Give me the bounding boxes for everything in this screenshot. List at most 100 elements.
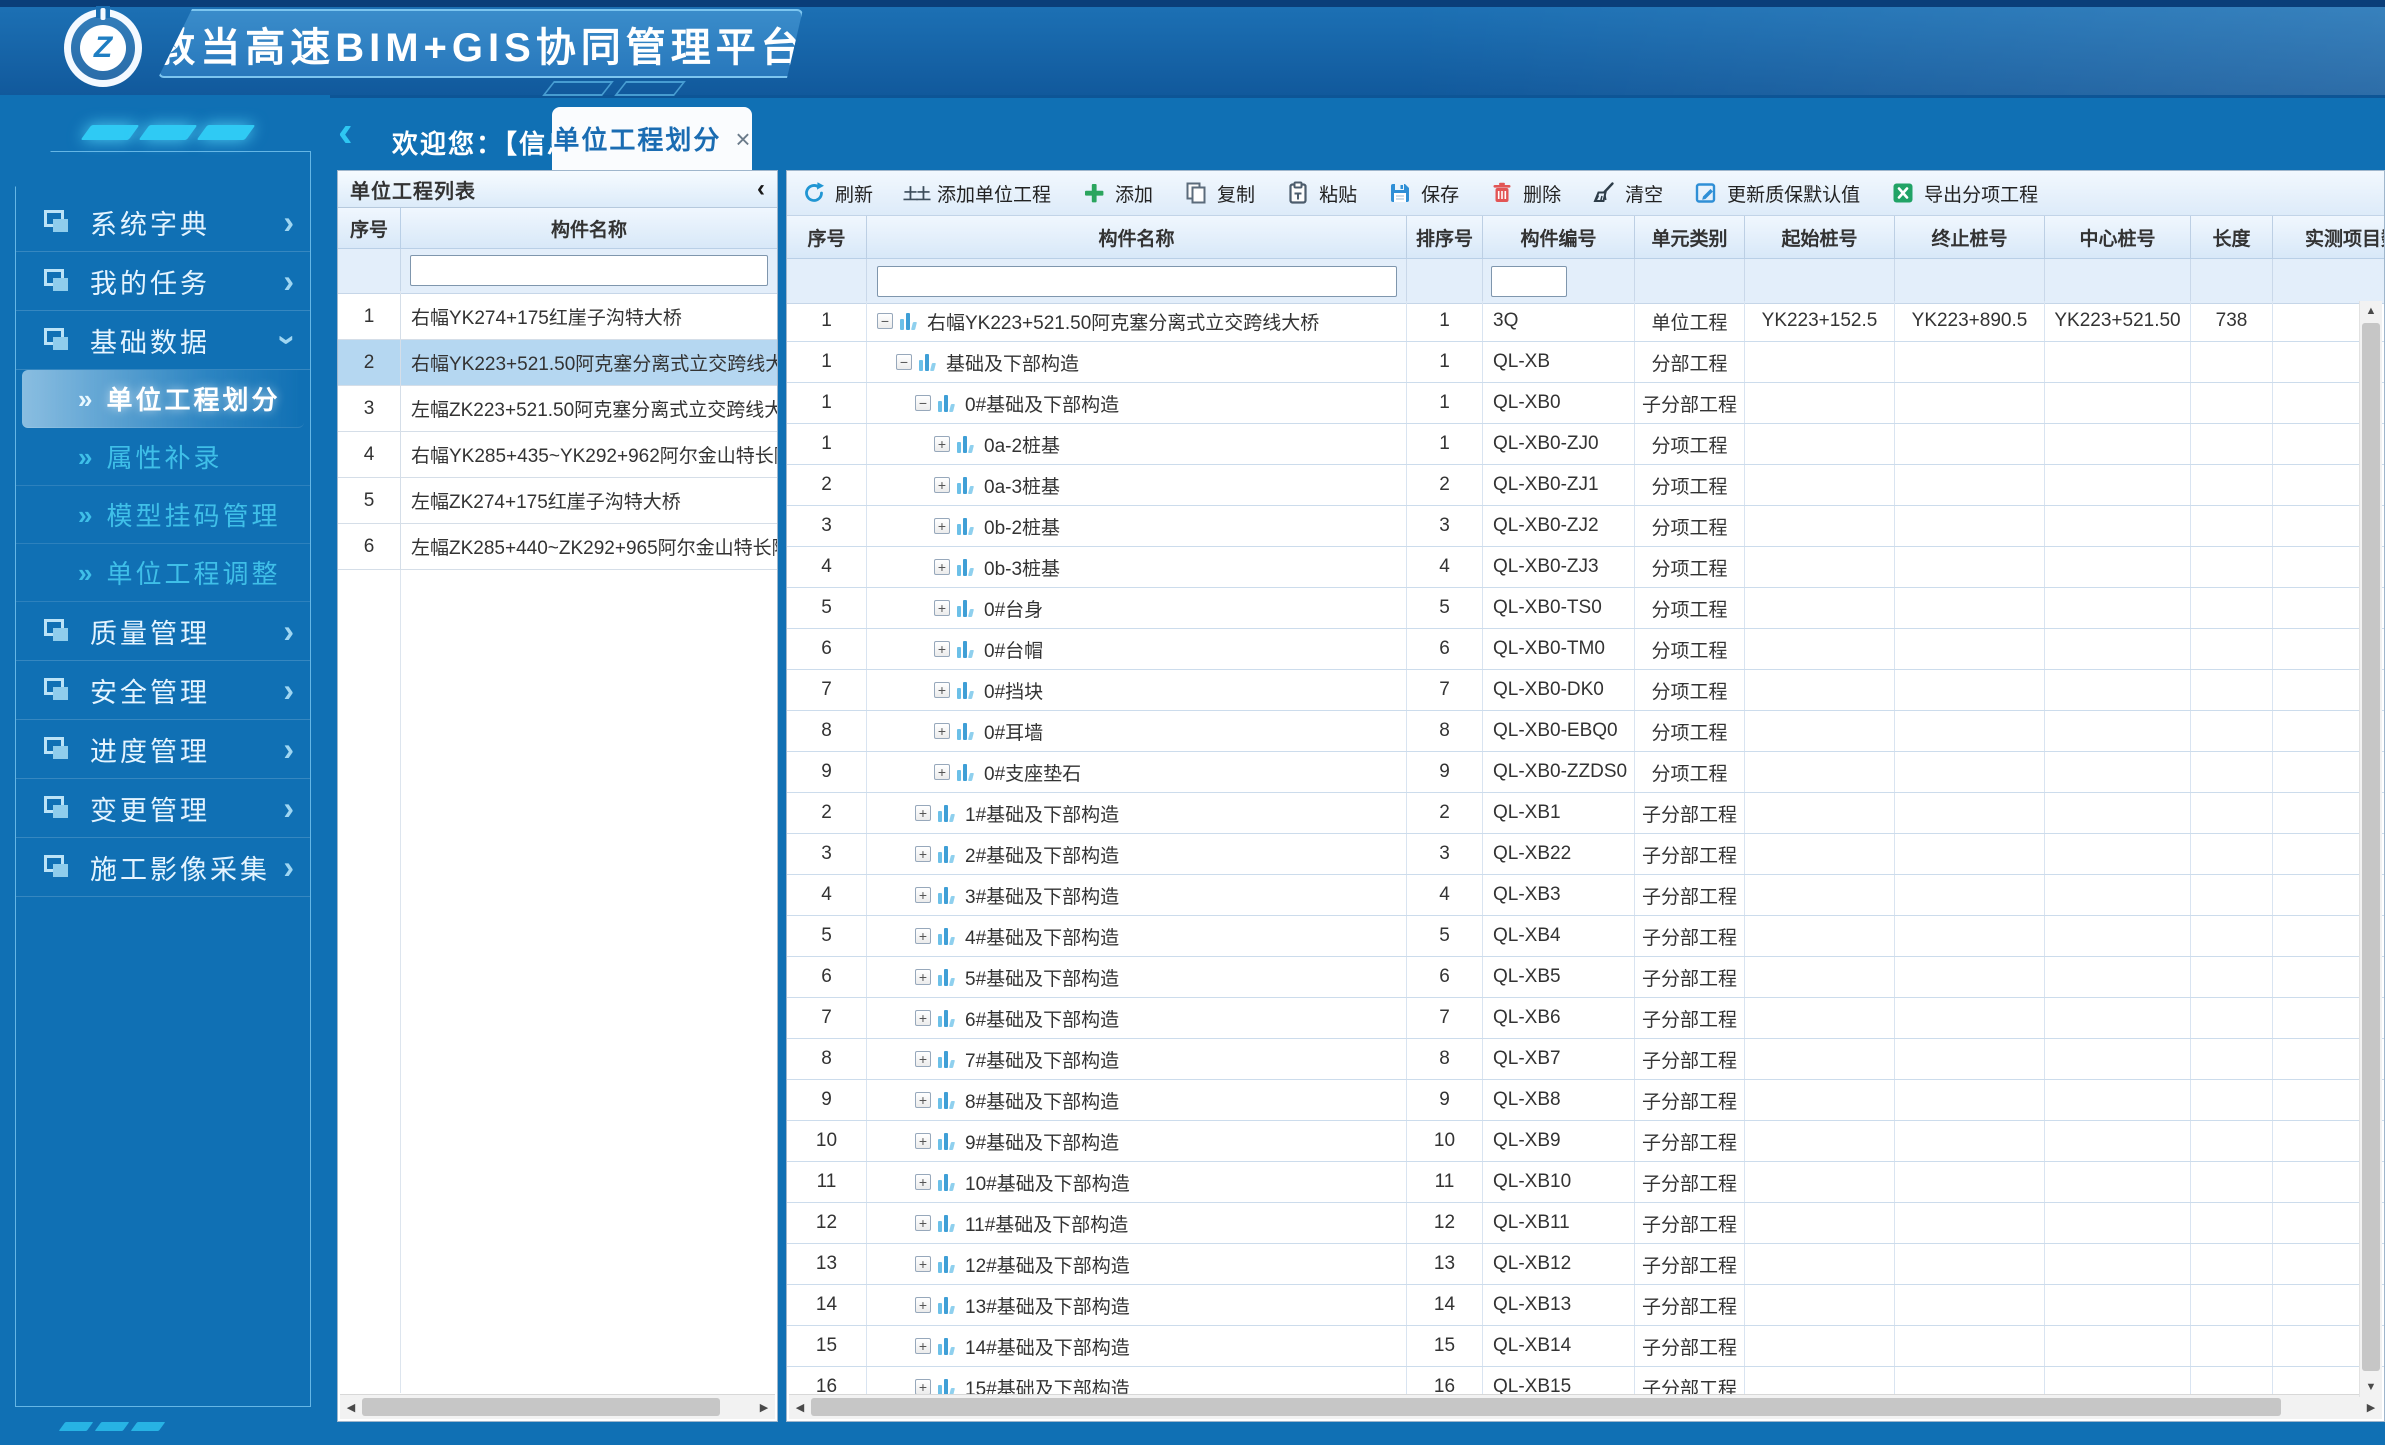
tree-table-row[interactable]: 9+8#基础及下部构造9QL-XB8子分部工程 bbox=[787, 1080, 2384, 1121]
tree-table-row[interactable]: 6+5#基础及下部构造6QL-XB5子分部工程 bbox=[787, 957, 2384, 998]
expand-toggle-icon[interactable]: + bbox=[915, 1133, 931, 1149]
collapse-toggle-icon[interactable]: − bbox=[877, 313, 893, 329]
expand-toggle-icon[interactable]: + bbox=[915, 928, 931, 944]
sidebar-item-safety-management[interactable]: 安全管理› bbox=[16, 661, 310, 720]
expand-toggle-icon[interactable]: + bbox=[934, 559, 950, 575]
expand-toggle-icon[interactable]: + bbox=[915, 1256, 931, 1272]
sidebar-item-progress-management[interactable]: 进度管理› bbox=[16, 720, 310, 779]
tree-table-row[interactable]: 14+13#基础及下部构造14QL-XB13子分部工程 bbox=[787, 1285, 2384, 1326]
sidebar-subitem-attribute-supplement[interactable]: »属性补录 bbox=[16, 428, 310, 486]
expand-toggle-icon[interactable]: + bbox=[934, 764, 950, 780]
unit-project-row[interactable]: 3左幅ZK223+521.50阿克塞分离式立交跨线大桥 bbox=[338, 386, 777, 432]
sidebar-subitem-unit-project-division[interactable]: »单位工程划分 bbox=[22, 370, 304, 428]
expand-toggle-icon[interactable]: + bbox=[915, 1174, 931, 1190]
scroll-down-icon[interactable]: ▼ bbox=[2360, 1377, 2382, 1397]
sidebar-item-construction-image-capture[interactable]: 施工影像采集› bbox=[16, 838, 310, 897]
toolbar-button-copy[interactable]: 复制 bbox=[1183, 180, 1255, 207]
tree-table-row[interactable]: 8+7#基础及下部构造8QL-XB7子分部工程 bbox=[787, 1039, 2384, 1080]
tree-table-row[interactable]: 4+0b-3桩基4QL-XB0-ZJ3分项工程 bbox=[787, 547, 2384, 588]
left-hscroll-thumb[interactable] bbox=[362, 1398, 720, 1416]
tree-table-row[interactable]: 13+12#基础及下部构造13QL-XB12子分部工程 bbox=[787, 1244, 2384, 1285]
collapse-toggle-icon[interactable]: − bbox=[915, 395, 931, 411]
tree-table-row[interactable]: 2+1#基础及下部构造2QL-XB1子分部工程 bbox=[787, 793, 2384, 834]
toolbar-button-add[interactable]: 添加 bbox=[1081, 180, 1153, 207]
tree-table-row[interactable]: 6+0#台帽6QL-XB0-TM0分项工程 bbox=[787, 629, 2384, 670]
expand-toggle-icon[interactable]: + bbox=[934, 518, 950, 534]
unit-project-row[interactable]: 1右幅YK274+175红崖子沟特大桥 bbox=[338, 294, 777, 340]
main-vertical-scrollbar[interactable]: ▲ ▼ bbox=[2359, 301, 2382, 1397]
tabs-back-icon[interactable]: ‹ bbox=[338, 110, 353, 154]
sidebar-item-base-data[interactable]: 基础数据› bbox=[16, 311, 310, 370]
tree-table-row[interactable]: 7+6#基础及下部构造7QL-XB6子分部工程 bbox=[787, 998, 2384, 1039]
tree-table-row[interactable]: 12+11#基础及下部构造12QL-XB11子分部工程 bbox=[787, 1203, 2384, 1244]
tree-table-row[interactable]: 3+0b-2桩基3QL-XB0-ZJ2分项工程 bbox=[787, 506, 2384, 547]
toolbar-button-update-qa-default[interactable]: 更新质保默认值 bbox=[1693, 180, 1860, 207]
expand-toggle-icon[interactable]: + bbox=[934, 682, 950, 698]
expand-toggle-icon[interactable]: + bbox=[915, 805, 931, 821]
left-horizontal-scrollbar[interactable]: ◀ ▶ bbox=[340, 1394, 775, 1419]
expand-toggle-icon[interactable]: + bbox=[915, 1379, 931, 1395]
unit-project-row[interactable]: 6左幅ZK285+440~ZK292+965阿尔金山特长隧道 bbox=[338, 524, 777, 570]
tree-table-row[interactable]: 5+4#基础及下部构造5QL-XB4子分部工程 bbox=[787, 916, 2384, 957]
expand-toggle-icon[interactable]: + bbox=[915, 1092, 931, 1108]
toolbar-button-export-subitem[interactable]: 导出分项工程 bbox=[1890, 180, 2038, 207]
expand-toggle-icon[interactable]: + bbox=[915, 1051, 931, 1067]
tab-unit-project-division[interactable]: 单位工程划分 × bbox=[552, 107, 752, 170]
main-hscroll-thumb[interactable] bbox=[811, 1398, 2281, 1416]
tree-table-row[interactable]: 1−右幅YK223+521.50阿克塞分离式立交跨线大桥13Q单位工程YK223… bbox=[787, 301, 2384, 342]
tree-table-row[interactable]: 1−0#基础及下部构造1QL-XB0子分部工程 bbox=[787, 383, 2384, 424]
tree-table-row[interactable]: 5+0#台身5QL-XB0-TS0分项工程 bbox=[787, 588, 2384, 629]
unit-project-row[interactable]: 4右幅YK285+435~YK292+962阿尔金山特长隧道 bbox=[338, 432, 777, 478]
left-name-filter-input[interactable] bbox=[410, 255, 768, 286]
toolbar-button-save[interactable]: 保存 bbox=[1387, 180, 1459, 207]
collapse-toggle-icon[interactable]: − bbox=[896, 354, 912, 370]
tab-close-icon[interactable]: × bbox=[735, 126, 750, 152]
main-vscroll-thumb[interactable] bbox=[2362, 323, 2380, 1371]
scroll-left-icon[interactable]: ◀ bbox=[340, 1401, 362, 1414]
main-horizontal-scrollbar[interactable]: ◀ ▶ bbox=[789, 1394, 2382, 1419]
scroll-left-icon[interactable]: ◀ bbox=[789, 1401, 811, 1414]
tree-table-row[interactable]: 4+3#基础及下部构造4QL-XB3子分部工程 bbox=[787, 875, 2384, 916]
scroll-up-icon[interactable]: ▲ bbox=[2360, 301, 2382, 321]
tree-table-row[interactable]: 2+0a-3桩基2QL-XB0-ZJ1分项工程 bbox=[787, 465, 2384, 506]
expand-toggle-icon[interactable]: + bbox=[915, 1215, 931, 1231]
toolbar-button-clear[interactable]: 清空 bbox=[1591, 180, 1663, 207]
code-filter-input[interactable] bbox=[1491, 266, 1567, 297]
expand-toggle-icon[interactable]: + bbox=[934, 477, 950, 493]
scroll-right-icon[interactable]: ▶ bbox=[2360, 1401, 2382, 1414]
sidebar-item-change-management[interactable]: 变更管理› bbox=[16, 779, 310, 838]
sidebar-item-my-tasks[interactable]: 我的任务› bbox=[16, 252, 310, 311]
toolbar-button-add-unit-project[interactable]: 土土添加单位工程 bbox=[903, 180, 1051, 207]
tree-table-row[interactable]: 1+0a-2桩基1QL-XB0-ZJ0分项工程 bbox=[787, 424, 2384, 465]
sidebar-subitem-model-code-management[interactable]: »模型挂码管理 bbox=[16, 486, 310, 544]
expand-toggle-icon[interactable]: + bbox=[915, 1297, 931, 1313]
unit-project-row[interactable]: 5左幅ZK274+175红崖子沟特大桥 bbox=[338, 478, 777, 524]
unit-project-row[interactable]: 2右幅YK223+521.50阿克塞分离式立交跨线大桥 bbox=[338, 340, 777, 386]
tree-table-row[interactable]: 15+14#基础及下部构造15QL-XB14子分部工程 bbox=[787, 1326, 2384, 1367]
expand-toggle-icon[interactable]: + bbox=[934, 723, 950, 739]
panel-collapse-icon[interactable]: ‹ bbox=[757, 177, 765, 201]
toolbar-button-refresh[interactable]: 刷新 bbox=[801, 180, 873, 207]
name-filter-input[interactable] bbox=[877, 266, 1397, 297]
expand-toggle-icon[interactable]: + bbox=[934, 436, 950, 452]
sidebar-item-system-dictionary[interactable]: 系统字典› bbox=[16, 193, 310, 252]
expand-toggle-icon[interactable]: + bbox=[915, 1338, 931, 1354]
tree-table-row[interactable]: 9+0#支座垫石9QL-XB0-ZZDS0分项工程 bbox=[787, 752, 2384, 793]
tree-table-row[interactable]: 7+0#挡块7QL-XB0-DK0分项工程 bbox=[787, 670, 2384, 711]
expand-toggle-icon[interactable]: + bbox=[915, 1010, 931, 1026]
sidebar-subitem-unit-project-adjust[interactable]: »单位工程调整 bbox=[16, 544, 310, 602]
tree-table-row[interactable]: 10+9#基础及下部构造10QL-XB9子分部工程 bbox=[787, 1121, 2384, 1162]
expand-toggle-icon[interactable]: + bbox=[934, 641, 950, 657]
tree-table-row[interactable]: 11+10#基础及下部构造11QL-XB10子分部工程 bbox=[787, 1162, 2384, 1203]
expand-toggle-icon[interactable]: + bbox=[934, 600, 950, 616]
scroll-right-icon[interactable]: ▶ bbox=[753, 1401, 775, 1414]
tree-table-row[interactable]: 3+2#基础及下部构造3QL-XB22子分部工程 bbox=[787, 834, 2384, 875]
toolbar-button-delete[interactable]: 删除 bbox=[1489, 180, 1561, 207]
expand-toggle-icon[interactable]: + bbox=[915, 846, 931, 862]
expand-toggle-icon[interactable]: + bbox=[915, 969, 931, 985]
tree-table-row[interactable]: 1−基础及下部构造1QL-XB分部工程 bbox=[787, 342, 2384, 383]
tree-table-row[interactable]: 8+0#耳墙8QL-XB0-EBQ0分项工程 bbox=[787, 711, 2384, 752]
toolbar-button-paste[interactable]: 粘贴 bbox=[1285, 180, 1357, 207]
expand-toggle-icon[interactable]: + bbox=[915, 887, 931, 903]
tree-table-row[interactable]: 16+15#基础及下部构造16QL-XB15子分部工程 bbox=[787, 1367, 2384, 1397]
